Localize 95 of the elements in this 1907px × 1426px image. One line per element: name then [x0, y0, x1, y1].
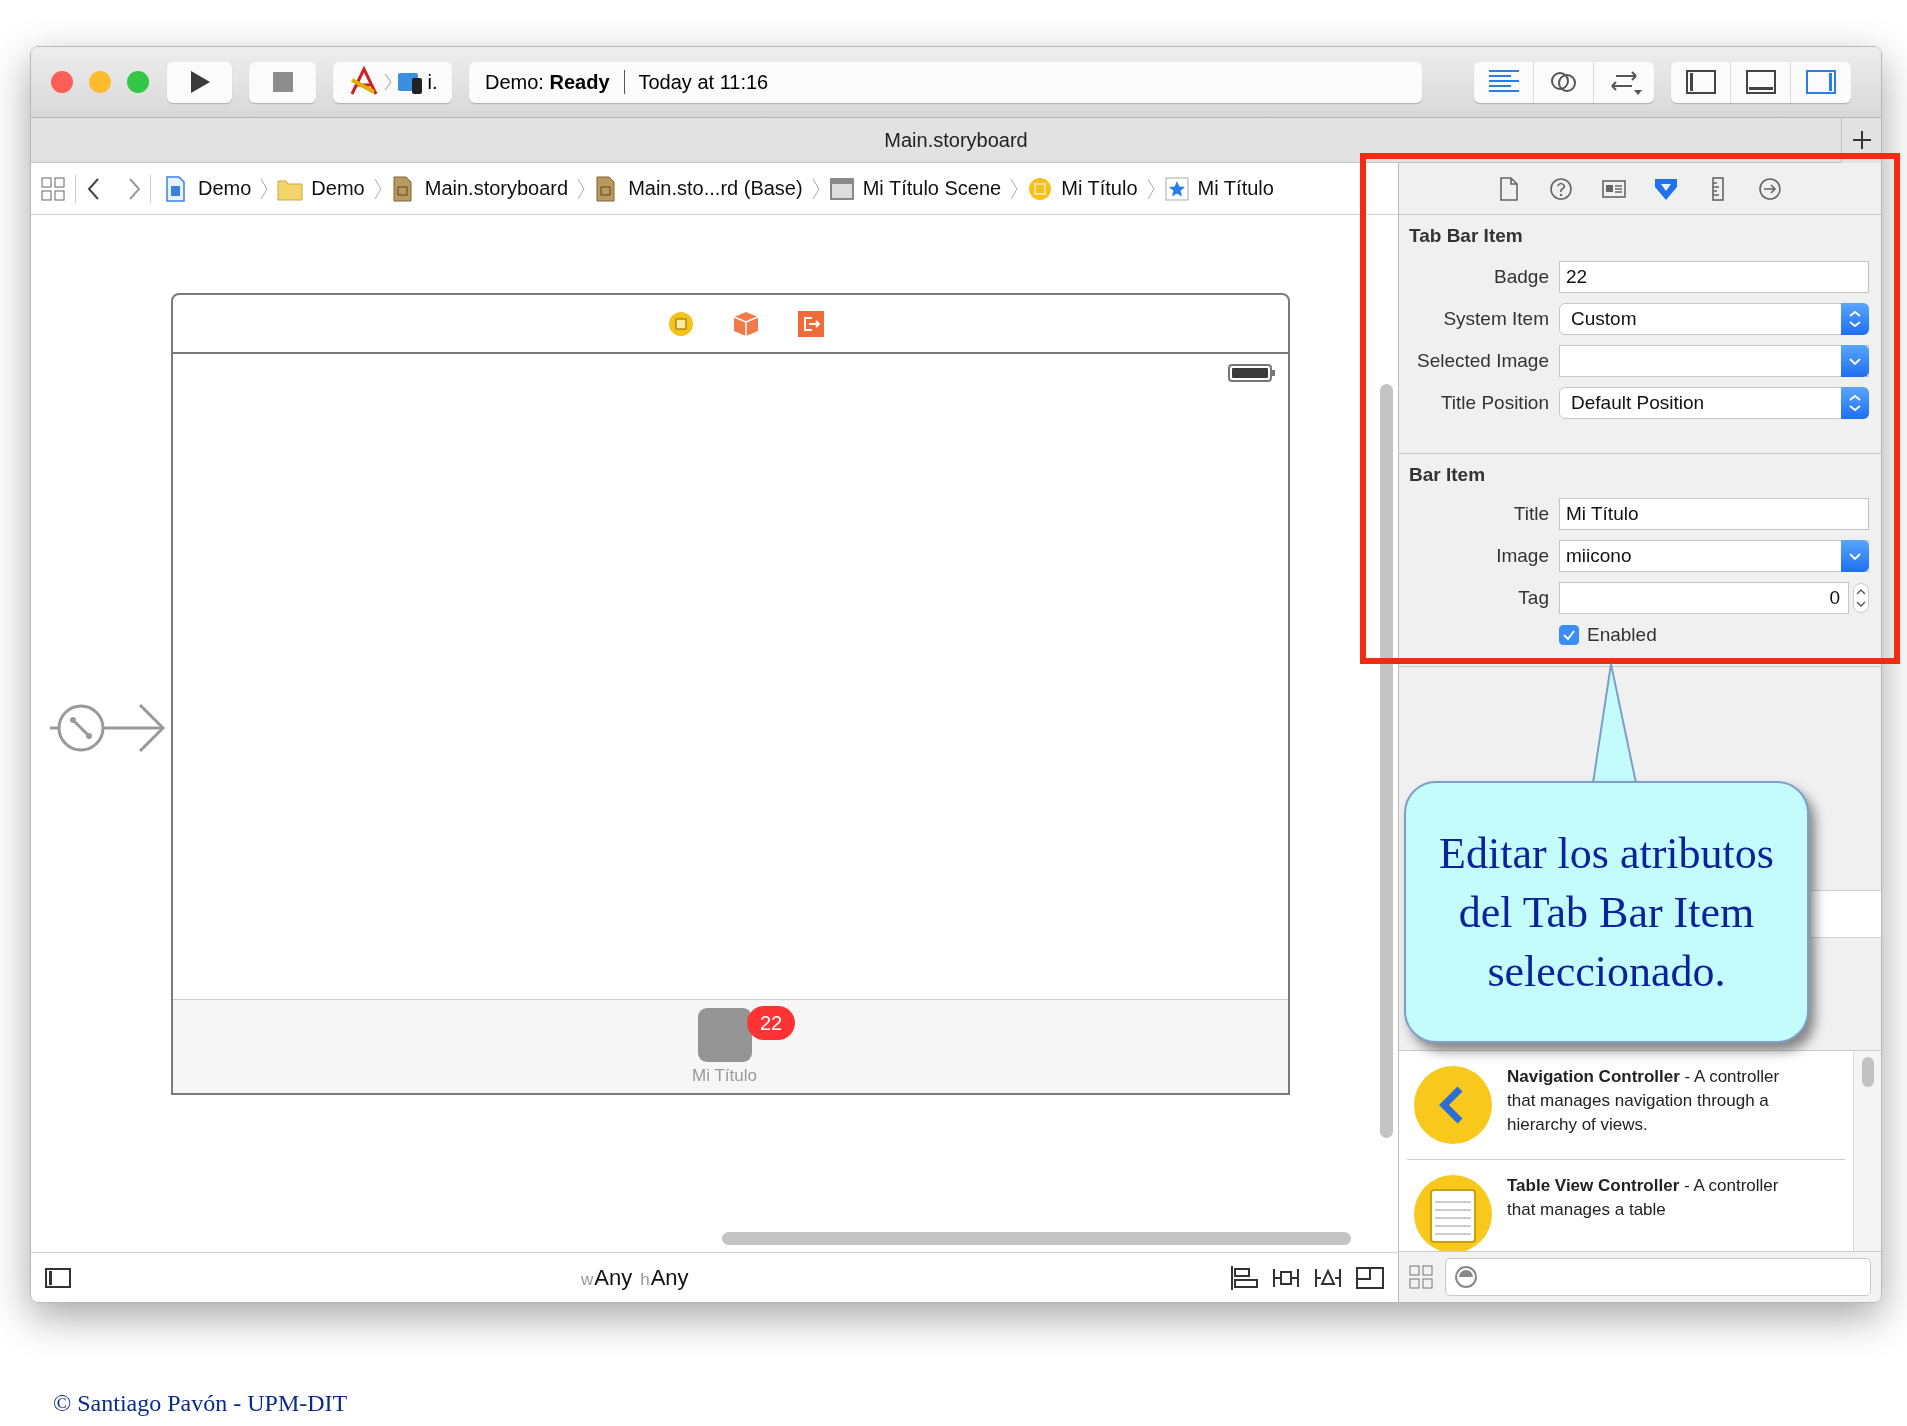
tab-item-icon[interactable] — [697, 1008, 752, 1062]
outline-toggle-button[interactable] — [45, 1267, 71, 1288]
library-item[interactable]: Navigation Controller - A controller that manages navigation through a hierarchy of views. — [1407, 1051, 1845, 1160]
scrollbar-thumb[interactable] — [722, 1232, 1351, 1245]
right-panel-icon — [1806, 70, 1836, 94]
copyright-text: © Santiago Pavón - UPM-DIT — [53, 1390, 348, 1417]
window-icon — [828, 175, 855, 202]
checkmark-icon — [1563, 629, 1575, 641]
battery-icon — [1228, 364, 1276, 382]
view-controller-icon — [667, 310, 694, 337]
field-label: Title Position — [1439, 392, 1549, 414]
breadcrumb-item[interactable]: Mi Título — [1163, 175, 1274, 202]
align-icon — [1230, 1264, 1258, 1291]
breadcrumb-item[interactable]: Main.sto...rd (Base) — [594, 175, 803, 202]
breadcrumb-item[interactable]: Mi Título — [1027, 175, 1138, 202]
size-class-value[interactable]: Any — [650, 1265, 689, 1291]
chevron-icon — [373, 177, 382, 200]
chevron-icon — [1010, 177, 1019, 200]
checkbox[interactable] — [1559, 625, 1579, 645]
breadcrumb-item[interactable]: Mi Título Scene — [828, 175, 1002, 202]
scrollbar-thumb[interactable] — [1380, 384, 1393, 1138]
size-class-prefix: w — [581, 1270, 594, 1289]
resize-icon — [1356, 1264, 1384, 1291]
tab-item-title: Mi Título — [692, 1066, 757, 1086]
popup-button[interactable]: Default Position — [1559, 387, 1869, 419]
filter-icon — [1454, 1265, 1478, 1289]
chevron-left-circle-icon — [1413, 1065, 1493, 1145]
field-label: Title — [1512, 503, 1549, 525]
tab-title: Main.storyboard — [883, 128, 1029, 152]
field-label: Selected Image — [1415, 350, 1549, 372]
text-field[interactable]: 22 — [1559, 261, 1869, 293]
exit-icon — [797, 310, 824, 337]
library-item-description: Table View Controller - A controller that manages a table — [1507, 1175, 1780, 1221]
scrollbar-thumb[interactable] — [1861, 1057, 1874, 1087]
scheme-target: i. — [427, 70, 438, 94]
grid-icon — [41, 176, 65, 201]
back-button[interactable] — [86, 176, 100, 201]
field-label: Image — [1495, 545, 1549, 567]
inspector-tab[interactable] — [1757, 175, 1783, 202]
stop-button[interactable] — [249, 61, 316, 103]
size-class-prefix: h — [640, 1270, 650, 1290]
chevron-icon — [260, 177, 269, 200]
stop-icon — [272, 72, 293, 92]
arrow-circle-icon — [1757, 175, 1783, 202]
callout-text: Editar los atributos del Tab Bar Item seleccionado. — [1438, 827, 1775, 998]
breadcrumb-item[interactable]: Demo — [277, 175, 365, 202]
chevron-icon — [811, 177, 820, 200]
circle-icon — [1027, 175, 1054, 202]
up-down-arrows-icon — [1856, 587, 1866, 609]
breadcrumb-item[interactable]: Demo — [164, 175, 252, 202]
layout-button[interactable] — [1230, 1264, 1258, 1291]
chevron-icon — [577, 177, 586, 200]
library-selector-bar — [1811, 890, 1881, 938]
stepper[interactable] — [1853, 583, 1869, 613]
plus-icon — [1851, 130, 1872, 150]
run-button[interactable] — [167, 61, 232, 103]
inspector-tab[interactable] — [1549, 175, 1575, 202]
badge: 22 — [747, 1006, 795, 1040]
breadcrumb-item[interactable]: Main.storyboard — [390, 175, 569, 202]
forward-icon — [128, 176, 142, 201]
play-icon — [188, 70, 211, 94]
field-label: System Item — [1442, 308, 1549, 330]
popup-button[interactable]: Custom — [1559, 303, 1869, 335]
combo-box[interactable]: miicono — [1559, 540, 1869, 572]
chevron-icon — [1146, 177, 1155, 200]
help-icon — [1549, 175, 1575, 202]
forward-button[interactable] — [128, 176, 142, 201]
lines-icon — [1488, 70, 1519, 94]
library-item[interactable]: Table View Controller - A controller that manages a table — [1407, 1160, 1845, 1251]
checkbox-label: Enabled — [1587, 624, 1657, 646]
related-items-button[interactable] — [41, 176, 65, 201]
sidebar-icon — [45, 1267, 71, 1288]
overlapping-circles-icon — [1549, 70, 1578, 94]
text-field[interactable]: Mi Título — [1559, 498, 1869, 530]
left-panel-icon — [1685, 70, 1716, 94]
chevron-icon — [383, 73, 392, 91]
field-label: Tag — [1517, 587, 1549, 609]
size-class-value[interactable]: Any — [594, 1265, 633, 1291]
grid-icon — [1409, 1265, 1433, 1289]
status-time: Today at 11:16 — [638, 70, 769, 94]
field-label: Badge — [1493, 266, 1549, 288]
filter-field[interactable] — [1445, 1258, 1871, 1296]
scheme-selector[interactable]: i. — [333, 61, 452, 103]
combo-box[interactable] — [1559, 345, 1869, 377]
section-title: Bar Item — [1409, 464, 1487, 486]
number-field[interactable]: 0 — [1559, 582, 1849, 614]
library-item-description: Navigation Controller - A controller that manages navigation through a hierarchy of views. — [1507, 1066, 1781, 1136]
status-text: Demo: Ready — [485, 70, 610, 94]
close-button[interactable] — [51, 71, 73, 93]
layout-button[interactable] — [1356, 1264, 1384, 1291]
cube-icon — [731, 309, 760, 338]
bottom-panel-icon — [1745, 70, 1776, 94]
section-title: Tab Bar Item — [1409, 225, 1524, 247]
back-icon — [86, 176, 100, 201]
grid-view-button[interactable] — [1409, 1265, 1433, 1289]
